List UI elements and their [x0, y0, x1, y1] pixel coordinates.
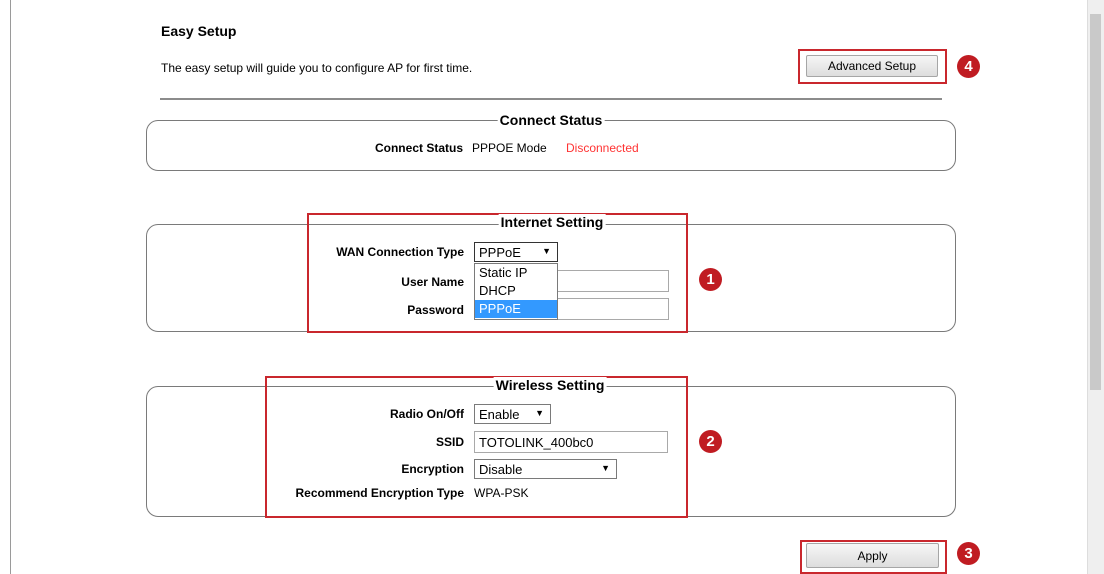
connect-mode-value: PPPOE Mode [472, 141, 547, 155]
encryption-select[interactable]: Disable ▼ [474, 459, 617, 479]
wan-type-value: PPPoE [479, 244, 521, 260]
encryption-label: Encryption [401, 462, 464, 476]
chevron-down-icon: ▼ [535, 408, 544, 418]
scrollbar-thumb[interactable] [1090, 14, 1101, 390]
user-name-label: User Name [401, 275, 464, 289]
password-label: Password [407, 303, 464, 317]
radio-select[interactable]: Enable ▼ [474, 404, 551, 424]
wan-type-dropdown[interactable]: Static IP DHCP PPPoE [474, 263, 558, 320]
wan-option-static-ip[interactable]: Static IP [475, 264, 557, 282]
radio-label: Radio On/Off [390, 407, 464, 421]
chevron-down-icon: ▼ [542, 246, 551, 256]
encryption-value: Disable [479, 461, 523, 477]
ssid-input[interactable]: TOTOLINK_400bc0 [474, 431, 668, 453]
callout-badge-3: 3 [957, 542, 980, 565]
wan-type-select[interactable]: PPPoE ▼ [474, 242, 558, 262]
connect-state-value: Disconnected [566, 141, 639, 155]
password-input[interactable] [556, 298, 669, 320]
connect-status-label: Connect Status [374, 141, 463, 155]
wireless-setting-legend: Wireless Setting [493, 377, 607, 393]
callout-badge-2: 2 [699, 430, 722, 453]
radio-value: Enable [479, 406, 520, 422]
page-description: The easy setup will guide you to configu… [161, 61, 473, 75]
connect-status-legend: Connect Status [497, 112, 605, 128]
callout-badge-4: 4 [957, 55, 980, 78]
frame-left-border [10, 0, 11, 574]
recommend-encryption-value: WPA-PSK [474, 486, 529, 500]
advanced-setup-button[interactable]: Advanced Setup [806, 55, 938, 77]
ssid-label: SSID [435, 435, 464, 449]
page-title: Easy Setup [161, 23, 237, 39]
chevron-down-icon: ▼ [601, 463, 610, 473]
wan-option-pppoe[interactable]: PPPoE [475, 300, 557, 318]
wan-type-label: WAN Connection Type [336, 245, 464, 259]
apply-button[interactable]: Apply [806, 543, 939, 568]
header-divider [160, 98, 942, 100]
internet-setting-legend: Internet Setting [498, 214, 606, 230]
vertical-scrollbar[interactable] [1087, 0, 1104, 574]
recommend-encryption-label: Recommend Encryption Type [295, 486, 464, 500]
user-name-input[interactable] [556, 270, 669, 292]
callout-badge-1: 1 [699, 268, 722, 291]
wan-option-dhcp[interactable]: DHCP [475, 282, 557, 300]
